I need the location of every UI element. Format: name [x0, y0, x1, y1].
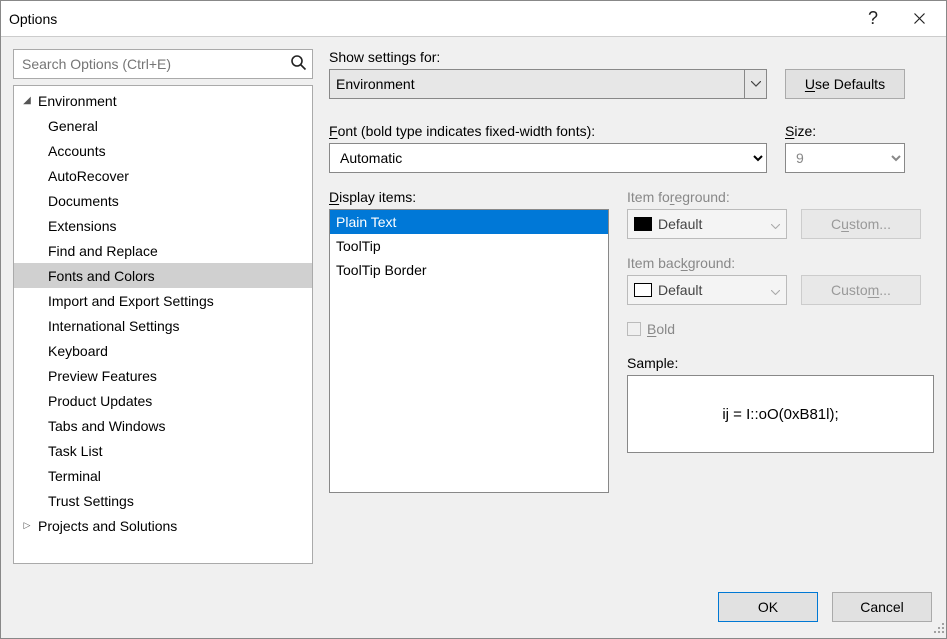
bold-checkbox-row: Bold — [627, 321, 934, 337]
tree-item-fonts-colors[interactable]: Fonts and Colors — [14, 263, 312, 288]
footer: OK Cancel — [1, 576, 946, 638]
bold-label: Bold — [647, 321, 675, 337]
list-item[interactable]: ToolTip Border — [330, 258, 608, 282]
color-swatch — [634, 217, 652, 231]
tree-label: Projects and Solutions — [34, 518, 177, 534]
chevron-down-icon — [771, 282, 780, 298]
custom-foreground-button: Custom... — [801, 209, 921, 239]
item-foreground-label: Item foreground: — [627, 189, 934, 205]
cancel-button[interactable]: Cancel — [832, 592, 932, 622]
tree-item-import-export[interactable]: Import and Export Settings — [14, 288, 312, 313]
tree-item-find-replace[interactable]: Find and Replace — [14, 238, 312, 263]
sample-label: Sample: — [627, 355, 934, 371]
nav-tree[interactable]: ◢ Environment General Accounts AutoRecov… — [13, 85, 313, 564]
right-pane: Show settings for: Environment Use Defau… — [329, 49, 934, 564]
display-items-label: Display items: — [329, 189, 609, 205]
search-row — [13, 49, 313, 79]
resize-grip-icon[interactable] — [933, 621, 945, 637]
display-items-listbox[interactable]: Plain Text ToolTip ToolTip Border — [329, 209, 609, 493]
use-defaults-button[interactable]: Use Defaults — [785, 69, 905, 99]
window-title: Options — [9, 11, 850, 27]
expander-icon[interactable]: ◢ — [20, 95, 34, 106]
tree-item-product-updates[interactable]: Product Updates — [14, 388, 312, 413]
tree-node-environment[interactable]: ◢ Environment — [14, 88, 312, 113]
tree-item-international[interactable]: International Settings — [14, 313, 312, 338]
chevron-down-icon — [744, 70, 766, 98]
dialog-body: ◢ Environment General Accounts AutoRecov… — [1, 37, 946, 576]
font-label: Font (bold type indicates fixed-width fo… — [329, 123, 767, 139]
item-foreground-select[interactable]: Default — [627, 209, 787, 239]
bold-checkbox — [627, 322, 641, 336]
tree-label: Environment — [34, 93, 117, 109]
tree-item-autorecover[interactable]: AutoRecover — [14, 163, 312, 188]
tree-item-extensions[interactable]: Extensions — [14, 213, 312, 238]
ok-button[interactable]: OK — [718, 592, 818, 622]
sample-preview: ij = I::oO(0xB81l); — [627, 375, 934, 453]
show-settings-for-select[interactable]: Environment — [329, 69, 767, 99]
tree-item-accounts[interactable]: Accounts — [14, 138, 312, 163]
tree-item-preview[interactable]: Preview Features — [14, 363, 312, 388]
item-background-select[interactable]: Default — [627, 275, 787, 305]
tree-item-general[interactable]: General — [14, 113, 312, 138]
list-item[interactable]: ToolTip — [330, 234, 608, 258]
show-settings-for-label: Show settings for: — [329, 49, 767, 65]
search-input[interactable] — [13, 49, 313, 79]
size-label: Size: — [785, 123, 905, 139]
item-background-label: Item background: — [627, 255, 934, 271]
size-select[interactable]: 9 — [785, 143, 905, 173]
tree-node-projects[interactable]: ▷ Projects and Solutions — [14, 513, 312, 538]
expander-icon[interactable]: ▷ — [20, 520, 34, 531]
help-button[interactable]: ? — [850, 1, 896, 37]
display-area: Display items: Plain Text ToolTip ToolTi… — [329, 189, 934, 493]
tree-item-task-list[interactable]: Task List — [14, 438, 312, 463]
tree-item-terminal[interactable]: Terminal — [14, 463, 312, 488]
list-item[interactable]: Plain Text — [330, 210, 608, 234]
font-select[interactable]: Automatic — [329, 143, 767, 173]
custom-background-button: Custom... — [801, 275, 921, 305]
tree-item-tabs-windows[interactable]: Tabs and Windows — [14, 413, 312, 438]
chevron-down-icon — [771, 216, 780, 232]
tree-item-documents[interactable]: Documents — [14, 188, 312, 213]
color-swatch — [634, 283, 652, 297]
close-button[interactable] — [896, 1, 942, 37]
left-pane: ◢ Environment General Accounts AutoRecov… — [13, 49, 313, 564]
tree-item-trust[interactable]: Trust Settings — [14, 488, 312, 513]
titlebar: Options ? — [1, 1, 946, 37]
search-icon[interactable] — [290, 54, 307, 74]
tree-item-keyboard[interactable]: Keyboard — [14, 338, 312, 363]
